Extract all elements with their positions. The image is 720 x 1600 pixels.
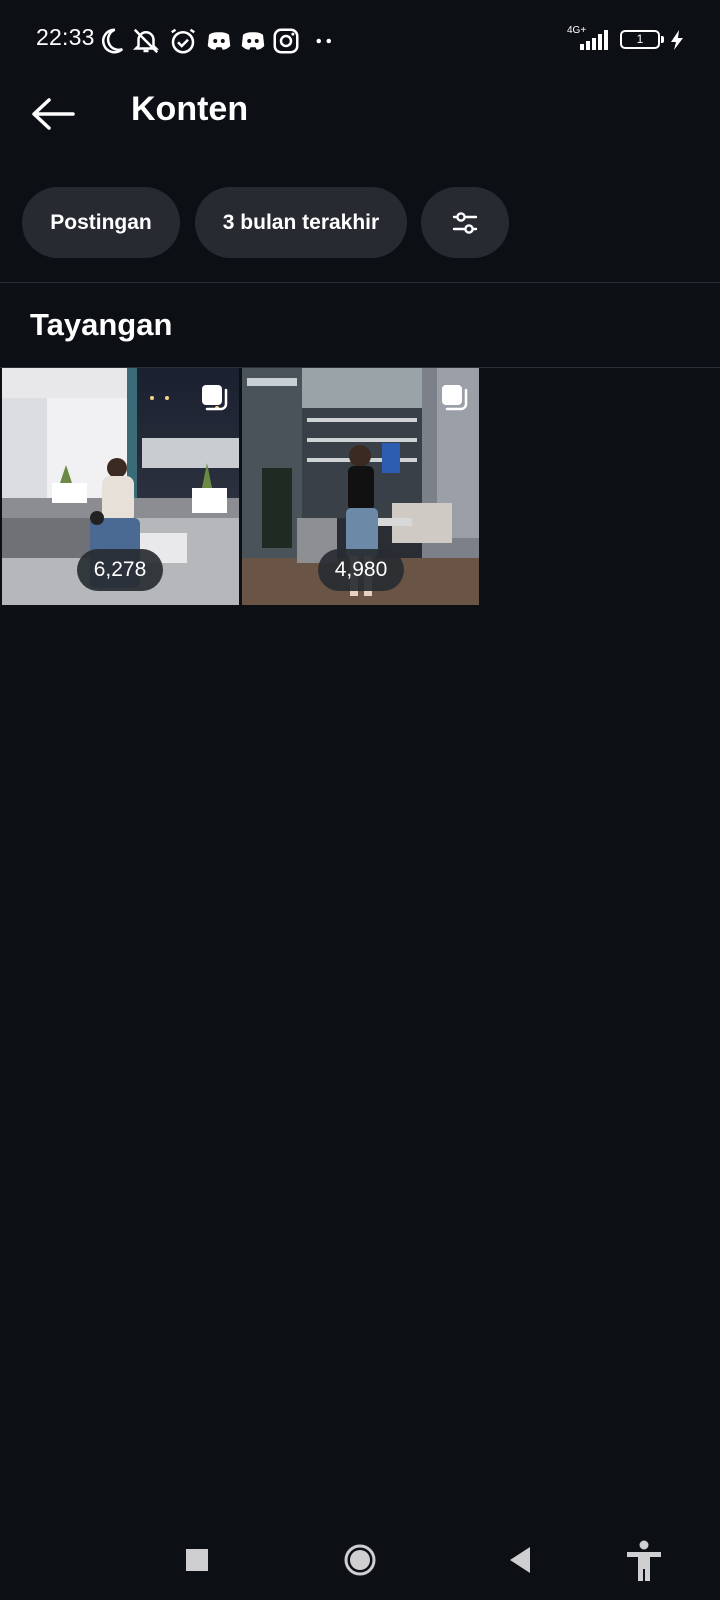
more-dots-icon xyxy=(310,26,340,56)
sliders-icon xyxy=(452,211,478,234)
view-count-badge: 6,278 xyxy=(77,549,163,591)
view-count-badge: 4,980 xyxy=(318,549,404,591)
page-title: Konten xyxy=(131,90,249,128)
back-nav-button[interactable] xyxy=(496,1535,546,1585)
alarm-icon xyxy=(168,26,198,56)
battery-level: 1 xyxy=(636,32,644,46)
arrow-left-icon xyxy=(32,98,75,130)
filter-settings-button[interactable] xyxy=(421,187,509,258)
carousel-icon xyxy=(202,385,228,411)
mute-icon xyxy=(131,26,161,56)
screen: 22:33 4G+ 1 Konten Postingan 3 bulan ter… xyxy=(0,0,720,1600)
post-tile[interactable]: 6,278 xyxy=(2,368,239,605)
back-button[interactable] xyxy=(28,92,78,136)
instagram-icon xyxy=(271,26,301,56)
back-triangle-icon xyxy=(510,1547,530,1573)
divider xyxy=(0,282,720,283)
accessibility-button[interactable] xyxy=(619,1535,669,1585)
date-range-label: 3 bulan terakhir xyxy=(222,210,380,234)
content-type-chip[interactable]: Postingan xyxy=(22,187,180,258)
accessibility-icon xyxy=(627,1540,661,1581)
status-bar: 22:33 4G+ 1 xyxy=(0,0,720,80)
section-title: Tayangan xyxy=(30,307,173,342)
recents-button[interactable] xyxy=(172,1535,222,1585)
discord-icon xyxy=(238,26,268,56)
charging-icon xyxy=(671,30,683,50)
recents-square-icon xyxy=(186,1549,208,1571)
home-circle-icon xyxy=(344,1544,376,1576)
moon-icon xyxy=(96,26,126,56)
battery-icon: 1 xyxy=(620,30,664,49)
discord-icon xyxy=(204,26,234,56)
post-tile[interactable]: 4,980 xyxy=(242,368,479,605)
carousel-icon xyxy=(442,385,468,411)
status-time: 22:33 xyxy=(36,24,95,50)
date-range-chip[interactable]: 3 bulan terakhir xyxy=(195,187,407,258)
content-type-label: Postingan xyxy=(50,210,152,234)
signal-icon xyxy=(580,30,608,50)
home-button[interactable] xyxy=(335,1535,385,1585)
